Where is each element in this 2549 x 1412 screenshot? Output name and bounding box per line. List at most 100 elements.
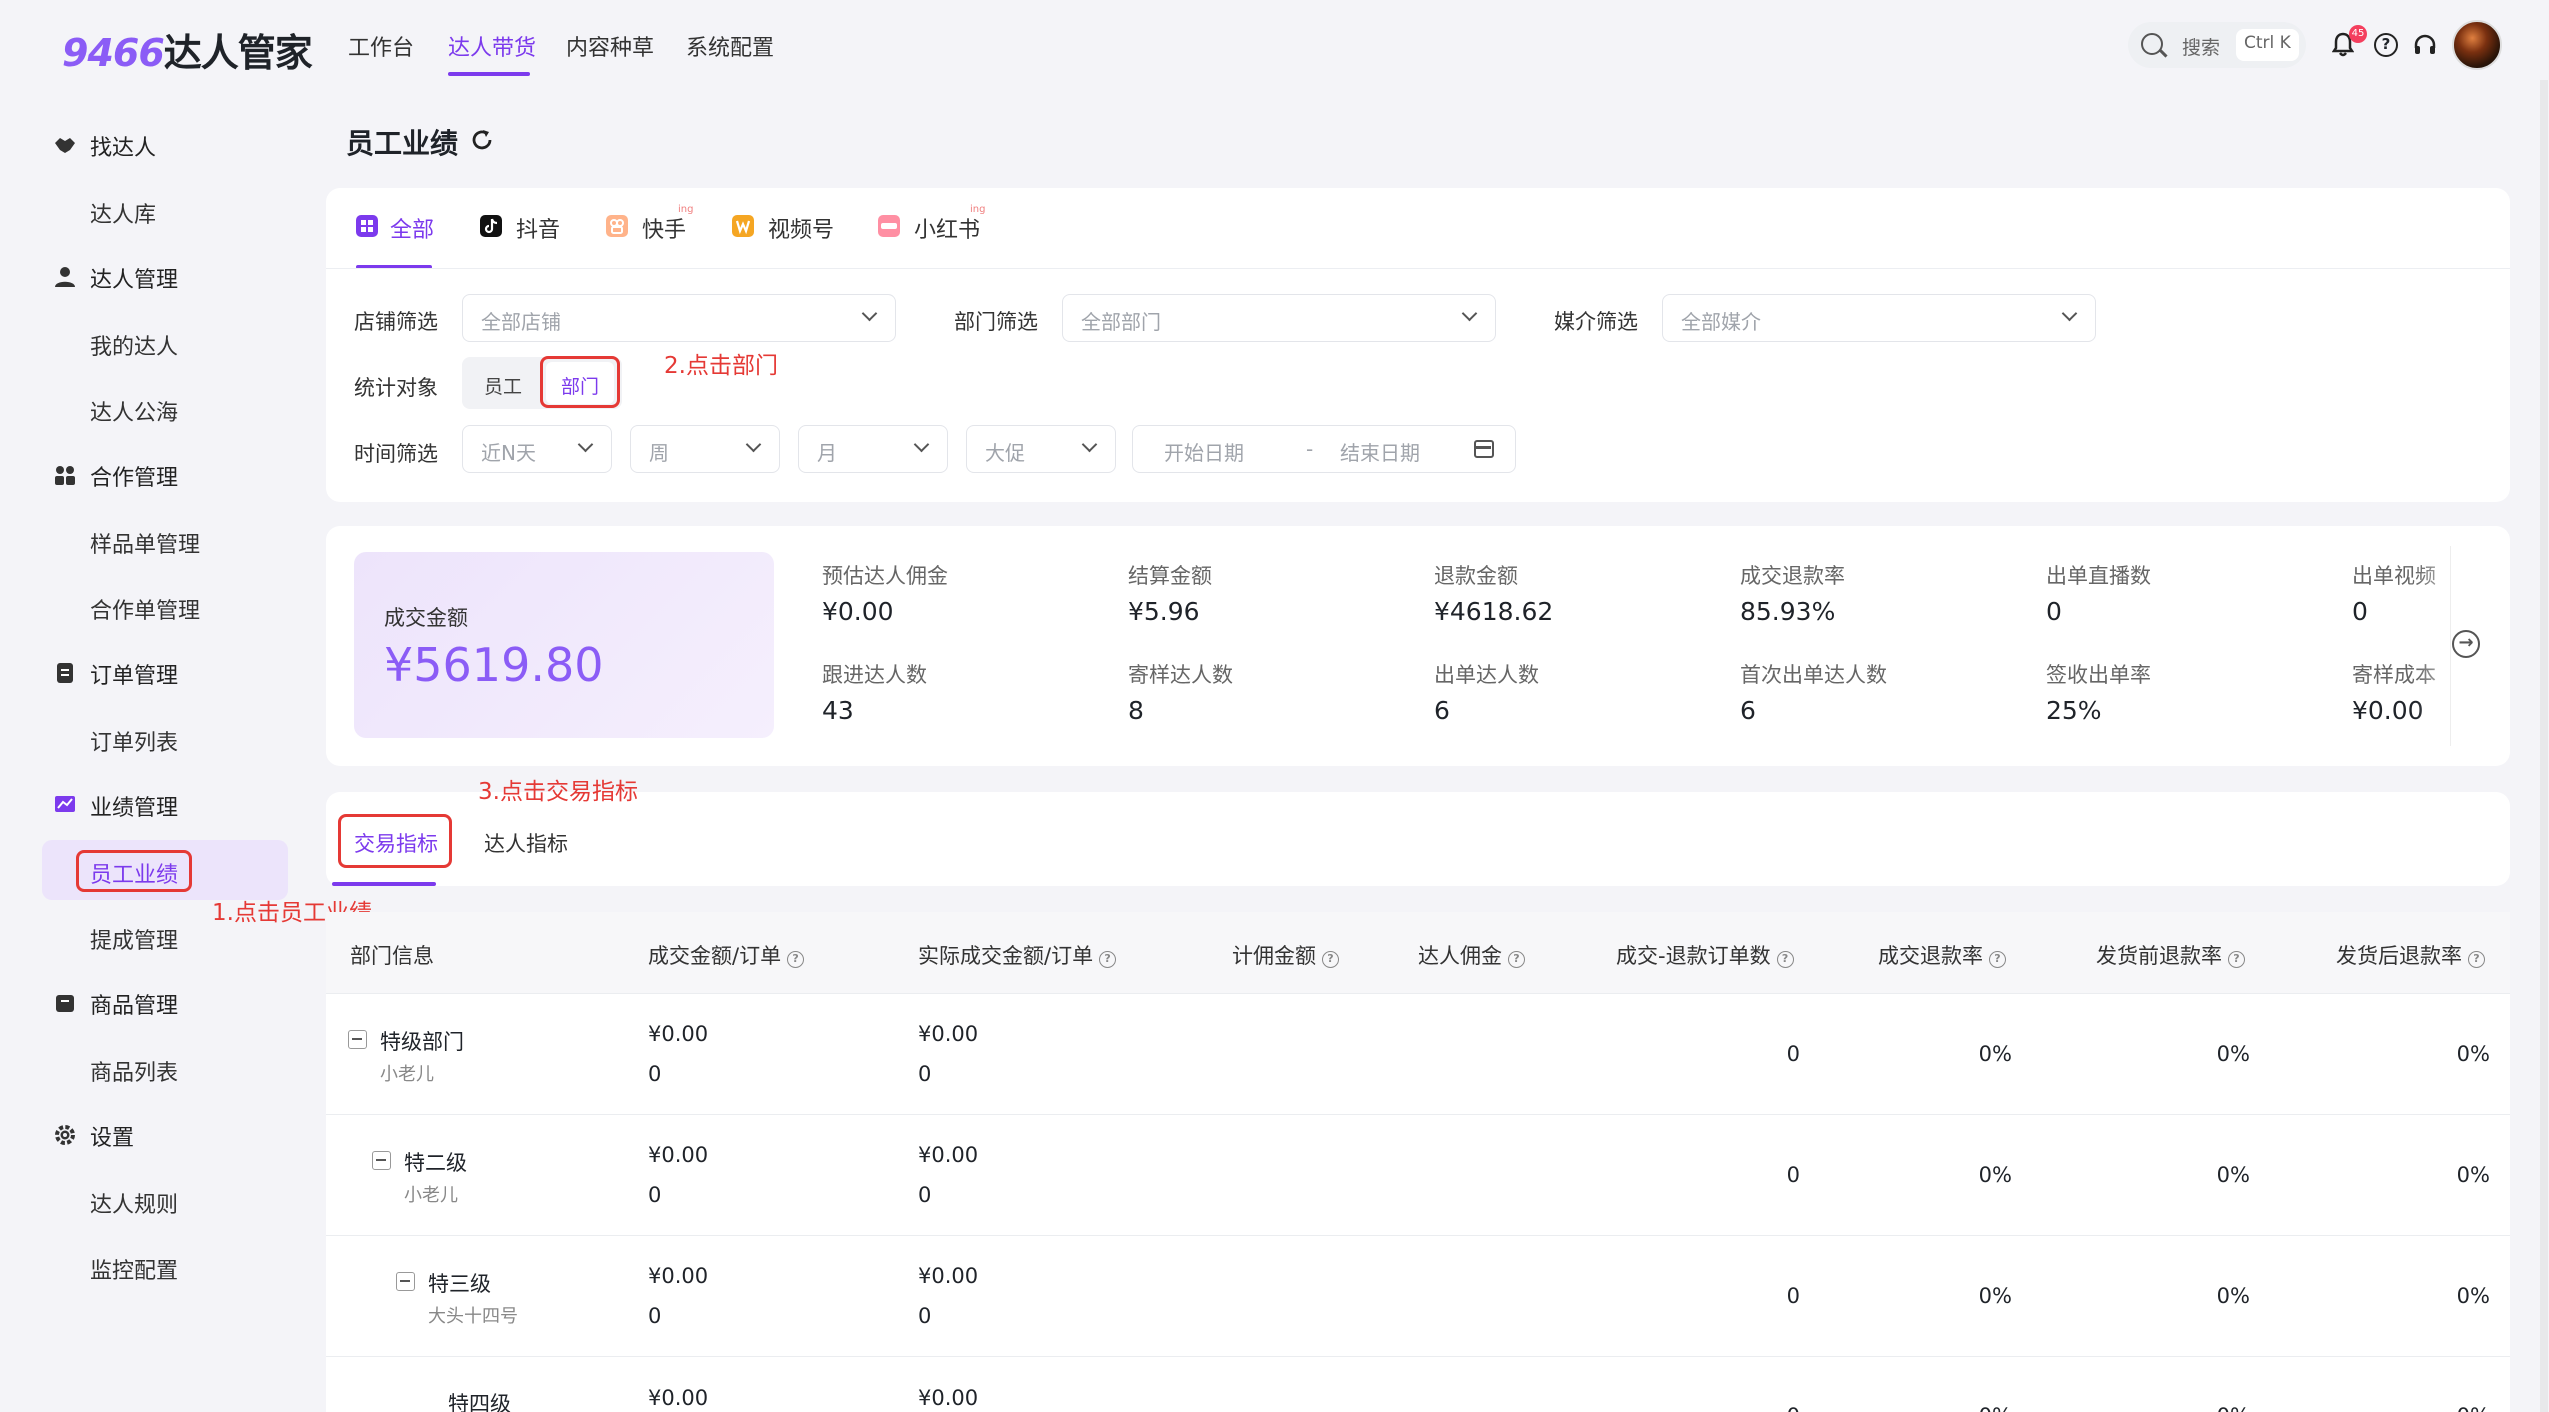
- cell-orders: 0: [648, 1062, 662, 1086]
- metric-value: 25%: [2046, 696, 2102, 725]
- sidebar-item-product-list[interactable]: 商品列表: [90, 1055, 178, 1087]
- metric-label: 出单达人数: [1434, 663, 1539, 687]
- help-circle-icon[interactable]: ?: [2228, 951, 2245, 968]
- sidebar-group-talent-mgmt[interactable]: 达人管理: [90, 262, 178, 294]
- row-divider: [326, 1356, 2510, 1357]
- time-promo-value: 大促: [985, 441, 1025, 465]
- collapse-tree-icon[interactable]: [396, 1272, 415, 1291]
- help-circle-icon[interactable]: ?: [1322, 951, 1339, 968]
- end-date-input[interactable]: 结束日期: [1340, 437, 1420, 466]
- dept-filter-label: 部门筛选: [954, 310, 1038, 334]
- time-month-select[interactable]: 月: [798, 425, 948, 473]
- tab-all[interactable]: 全部: [390, 212, 434, 244]
- topnav-content-seeding[interactable]: 内容种草: [566, 30, 654, 62]
- th-commission-base: 计佣金额?: [1232, 940, 1339, 970]
- sidebar-item-monitor-config[interactable]: 监控配置: [90, 1253, 178, 1285]
- th-refund-rate: 成交退款率?: [1878, 940, 2006, 970]
- shop-filter-select[interactable]: 全部店铺: [462, 294, 896, 342]
- sidebar-group-performance[interactable]: 业绩管理: [90, 790, 178, 822]
- metric-value: 0: [2046, 597, 2062, 626]
- gmv-value: ¥5619.80: [384, 638, 604, 692]
- time-month-value: 月: [817, 441, 837, 465]
- metric-value: ¥0.00: [2352, 696, 2424, 725]
- user-icon: [55, 267, 75, 287]
- cell-net-orders: 0: [1700, 1404, 1800, 1412]
- tab-kuaishou[interactable]: 快手: [642, 212, 686, 244]
- topnav-workbench[interactable]: 工作台: [348, 30, 414, 62]
- page-title: 员工业绩: [346, 127, 459, 160]
- arrow-right-circle-icon[interactable]: →: [2452, 630, 2480, 658]
- sidebar-item-commission[interactable]: 提成管理: [90, 923, 178, 955]
- time-filter-label: 时间筛选: [354, 442, 438, 466]
- sidebar-item-coop-orders[interactable]: 合作单管理: [90, 593, 200, 625]
- dept-name: 特级部门: [380, 1030, 464, 1054]
- collapse-tree-icon[interactable]: [372, 1151, 391, 1170]
- start-date-input[interactable]: 开始日期: [1164, 437, 1244, 466]
- time-week-select[interactable]: 周: [630, 425, 780, 473]
- cell-post-ship-refund: 0%: [2456, 1042, 2490, 1066]
- sidebar-group-cooperation[interactable]: 合作管理: [90, 460, 178, 492]
- sidebar-item-talent-rules[interactable]: 达人规则: [90, 1187, 178, 1219]
- sidebar-item-sample-orders[interactable]: 样品单管理: [90, 527, 200, 559]
- topnav-talent-sales[interactable]: 达人带货: [448, 30, 536, 62]
- shop-filter-label: 店铺筛选: [354, 310, 438, 334]
- sidebar-item-my-talents[interactable]: 我的达人: [90, 329, 178, 361]
- sidebar-group-find-talent[interactable]: 找达人: [90, 130, 156, 162]
- metric-value: 6: [1740, 696, 1756, 725]
- cell-pre-ship-refund: 0%: [2150, 1404, 2250, 1412]
- calendar-icon[interactable]: [1474, 440, 1494, 458]
- tab-channels[interactable]: 视频号: [768, 212, 834, 244]
- gear-icon: [55, 1125, 75, 1145]
- help-circle-icon[interactable]: ?: [1776, 951, 1794, 968]
- app-logo[interactable]: 9466达人管家: [62, 22, 313, 77]
- time-promo-select[interactable]: 大促: [966, 425, 1116, 473]
- media-filter-select[interactable]: 全部媒介: [1662, 294, 2096, 342]
- time-recent-select[interactable]: 近N天: [462, 425, 612, 473]
- stat-employee-button[interactable]: 员工: [484, 372, 522, 399]
- help-icon[interactable]: ?: [2374, 33, 2398, 57]
- grid-icon: [356, 215, 378, 237]
- sidebar-item-order-list[interactable]: 订单列表: [90, 725, 178, 757]
- metric-label: 退款金额: [1434, 564, 1518, 588]
- dept-owner: 小老儿: [404, 1185, 458, 1206]
- annotation-step2: 2.点击部门: [664, 353, 778, 379]
- sidebar-group-settings[interactable]: 设置: [90, 1120, 134, 1152]
- help-circle-icon[interactable]: ?: [1508, 951, 1525, 968]
- metric-value: 6: [1434, 696, 1450, 725]
- sidebar-group-orders[interactable]: 订单管理: [90, 658, 178, 690]
- help-circle-icon[interactable]: ?: [2468, 951, 2485, 968]
- tab-douyin[interactable]: 抖音: [516, 212, 560, 244]
- cell-refund-rate: 0%: [1978, 1042, 2012, 1066]
- tab-xiaohongshu[interactable]: 小红书: [914, 212, 980, 244]
- help-circle-icon[interactable]: ?: [1099, 951, 1117, 968]
- cell-pre-ship-refund: 0%: [2216, 1042, 2250, 1066]
- collapse-tree-icon[interactable]: [348, 1030, 367, 1049]
- refresh-icon[interactable]: [470, 128, 494, 152]
- stat-target-label: 统计对象: [354, 376, 438, 400]
- cell-orders: 0: [648, 1304, 662, 1328]
- kuaishou-ing-badge: ing: [678, 204, 694, 215]
- indicator-tab-indicator: [332, 882, 436, 886]
- tab-talent-metrics[interactable]: 达人指标: [484, 828, 568, 858]
- logo-text: 达人管家: [163, 31, 313, 75]
- cell-post-ship-refund: 0%: [2456, 1163, 2490, 1187]
- search-shortcut-badge: Ctrl K: [2236, 29, 2299, 61]
- topnav-system-config[interactable]: 系统配置: [686, 30, 774, 62]
- cell-real-gmv: ¥0.00: [918, 1264, 979, 1288]
- chevron-down-icon: [913, 436, 930, 453]
- dept-filter-select[interactable]: 全部部门: [1062, 294, 1496, 342]
- shop-filter-value: 全部店铺: [481, 310, 561, 334]
- help-circle-icon[interactable]: ?: [787, 951, 805, 968]
- metric-value: 8: [1128, 696, 1144, 725]
- sidebar-group-products[interactable]: 商品管理: [90, 988, 178, 1020]
- headset-icon[interactable]: [2413, 33, 2437, 57]
- th-talent-commission: 达人佣金?: [1418, 940, 1525, 970]
- sidebar-item-talent-library[interactable]: 达人库: [90, 197, 156, 229]
- cell-post-ship-refund: 0%: [2456, 1284, 2490, 1308]
- page-scrollbar[interactable]: [2540, 80, 2548, 1412]
- help-circle-icon[interactable]: ?: [1989, 951, 2006, 968]
- cell-real-orders: 0: [918, 1304, 932, 1328]
- user-avatar[interactable]: [2452, 20, 2502, 70]
- sidebar-item-talent-pool[interactable]: 达人公海: [90, 395, 178, 427]
- chevron-down-icon: [2061, 305, 2078, 322]
